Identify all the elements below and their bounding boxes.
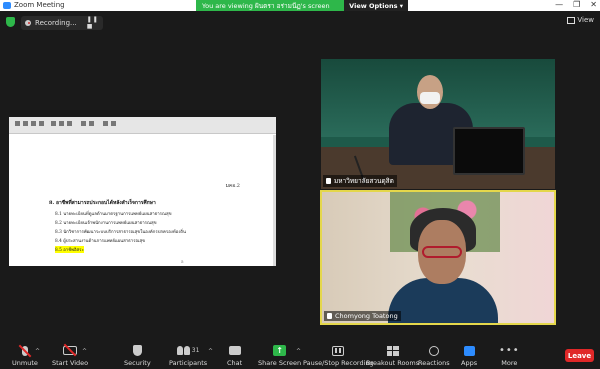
start-video-label: Start Video — [52, 359, 89, 367]
security-button[interactable]: Security — [124, 344, 151, 367]
security-label: Security — [124, 359, 151, 367]
encryption-shield-icon[interactable] — [6, 17, 15, 27]
pause-recording-label: Pause/Stop Recording — [303, 359, 374, 367]
breakout-rooms-icon — [386, 345, 399, 356]
more-button[interactable]: ••• More — [499, 344, 520, 367]
participants-button[interactable]: 31 Participants — [169, 344, 207, 367]
zoom-logo-icon — [3, 2, 11, 9]
pause-stop-recording-button[interactable]: Pause/Stop Recording — [303, 344, 374, 367]
host-name-tag: มหาวิทยาลัยสวนดุสิต — [323, 175, 397, 187]
grid-view-icon — [567, 16, 576, 24]
recording-pause-stop-controls[interactable]: ❚❚ ■ — [87, 16, 103, 30]
view-button[interactable]: View — [567, 16, 594, 24]
host-name: มหาวิทยาลัยสวนดุสิต — [334, 177, 394, 185]
view-options-button[interactable]: View Options ▾ — [344, 0, 408, 11]
reactions-label: Reactions — [418, 359, 450, 367]
document-scrollbar[interactable] — [273, 135, 276, 266]
share-banner-text: You are viewing ฝันตรา อร่ามนีฏ's screen — [202, 1, 330, 10]
document-toolbar — [9, 117, 276, 134]
cloud-recording-icon — [25, 20, 32, 26]
chat-button[interactable]: Chat — [227, 344, 242, 367]
document-list-item: 8.2 นายทะเบียนเจ้าพนักงานการแพทย์แผนสาธา… — [55, 221, 157, 226]
window-controls: — ❐ ✕ — [555, 0, 597, 9]
unmute-label: Unmute — [12, 359, 38, 367]
close-icon[interactable]: ✕ — [590, 0, 597, 9]
meeting-controls-toolbar: Unmute ^ Start Video ^ Security 31 Parti… — [0, 339, 600, 369]
audio-options-caret-icon[interactable]: ^ — [35, 348, 40, 355]
video-off-camera-icon — [63, 343, 78, 357]
minimize-icon[interactable]: — — [555, 0, 563, 9]
share-screen-arrow-icon: ↑ — [273, 345, 287, 356]
unmute-button[interactable]: Unmute — [12, 344, 38, 367]
maximize-icon[interactable]: ❐ — [573, 0, 580, 9]
leave-button[interactable]: Leave — [565, 349, 594, 362]
shared-screen: มคอ.2 8. อาชีพที่สามารถประกอบได้หลังสำเร… — [9, 117, 276, 266]
recording-label: Recording... — [35, 19, 77, 27]
reaction-smiley-icon — [428, 345, 439, 356]
pin-icon — [327, 313, 332, 319]
more-dots-icon: ••• — [499, 344, 520, 356]
participant-glasses — [422, 246, 462, 258]
participants-label: Participants — [169, 359, 208, 367]
participants-icon — [176, 346, 190, 355]
share-options-caret-icon[interactable]: ^ — [296, 348, 301, 355]
screen-share-banner: You are viewing ฝันตรา อร่ามนีฏ's screen… — [196, 0, 408, 11]
share-screen-button[interactable]: ↑ Share Screen — [258, 344, 301, 367]
window-title: Zoom Meeting — [14, 1, 65, 9]
pin-icon — [326, 178, 331, 184]
guest-name-tag: Chomyong Toatong — [324, 311, 401, 321]
breakout-rooms-label: Breakout Rooms — [366, 359, 420, 367]
apps-button[interactable]: Apps — [461, 344, 477, 367]
participant-body — [388, 278, 498, 323]
face-mask — [420, 92, 440, 104]
document-list-item-highlighted: 8.5 อาชีพอิสระ — [55, 246, 84, 253]
apps-icon — [463, 345, 475, 356]
share-screen-label: Share Screen — [258, 359, 302, 367]
view-label: View — [577, 16, 594, 24]
recording-indicator[interactable]: Recording... ❚❚ ■ — [21, 16, 103, 30]
apps-label: Apps — [461, 359, 478, 367]
pause-recording-icon — [332, 345, 345, 356]
chat-bubble-icon — [228, 346, 241, 355]
muted-microphone-icon — [18, 344, 32, 357]
participants-count: 31 — [191, 347, 200, 354]
document-list-item: 8.3 นักวิชาการพัฒนาระบบบริการสาธารณสุขใน… — [55, 230, 186, 235]
more-label: More — [501, 359, 518, 367]
shield-icon — [132, 345, 142, 356]
participants-options-caret-icon[interactable]: ^ — [208, 348, 213, 355]
guest-name: Chomyong Toatong — [335, 312, 398, 320]
document-list-item: 8.1 นายทะเบียนที่ดูแลด้านมาตรฐานการแพทย์… — [55, 212, 172, 217]
reactions-button[interactable]: Reactions — [418, 344, 450, 367]
video-options-caret-icon[interactable]: ^ — [82, 348, 87, 355]
desk-monitor — [453, 127, 525, 175]
document-heading: 8. อาชีพที่สามารถประกอบได้หลังสำเร็จการศ… — [49, 200, 156, 206]
chat-label: Chat — [227, 359, 243, 367]
document-list-item: 8.4 ผู้ประสานงานด้านการแพทย์แผนสาธารณสุข — [55, 239, 146, 244]
document-page-mark: 5 — [181, 259, 184, 264]
host-video-tile[interactable]: มหาวิทยาลัยสวนดุสิต — [321, 59, 555, 189]
document-page-number: มคอ.2 — [225, 183, 240, 189]
document-page: มคอ.2 8. อาชีพที่สามารถประกอบได้หลังสำเร… — [9, 135, 276, 266]
active-speaker-video-tile[interactable]: Chomyong Toatong — [320, 190, 556, 325]
breakout-rooms-button[interactable]: Breakout Rooms — [366, 344, 419, 367]
